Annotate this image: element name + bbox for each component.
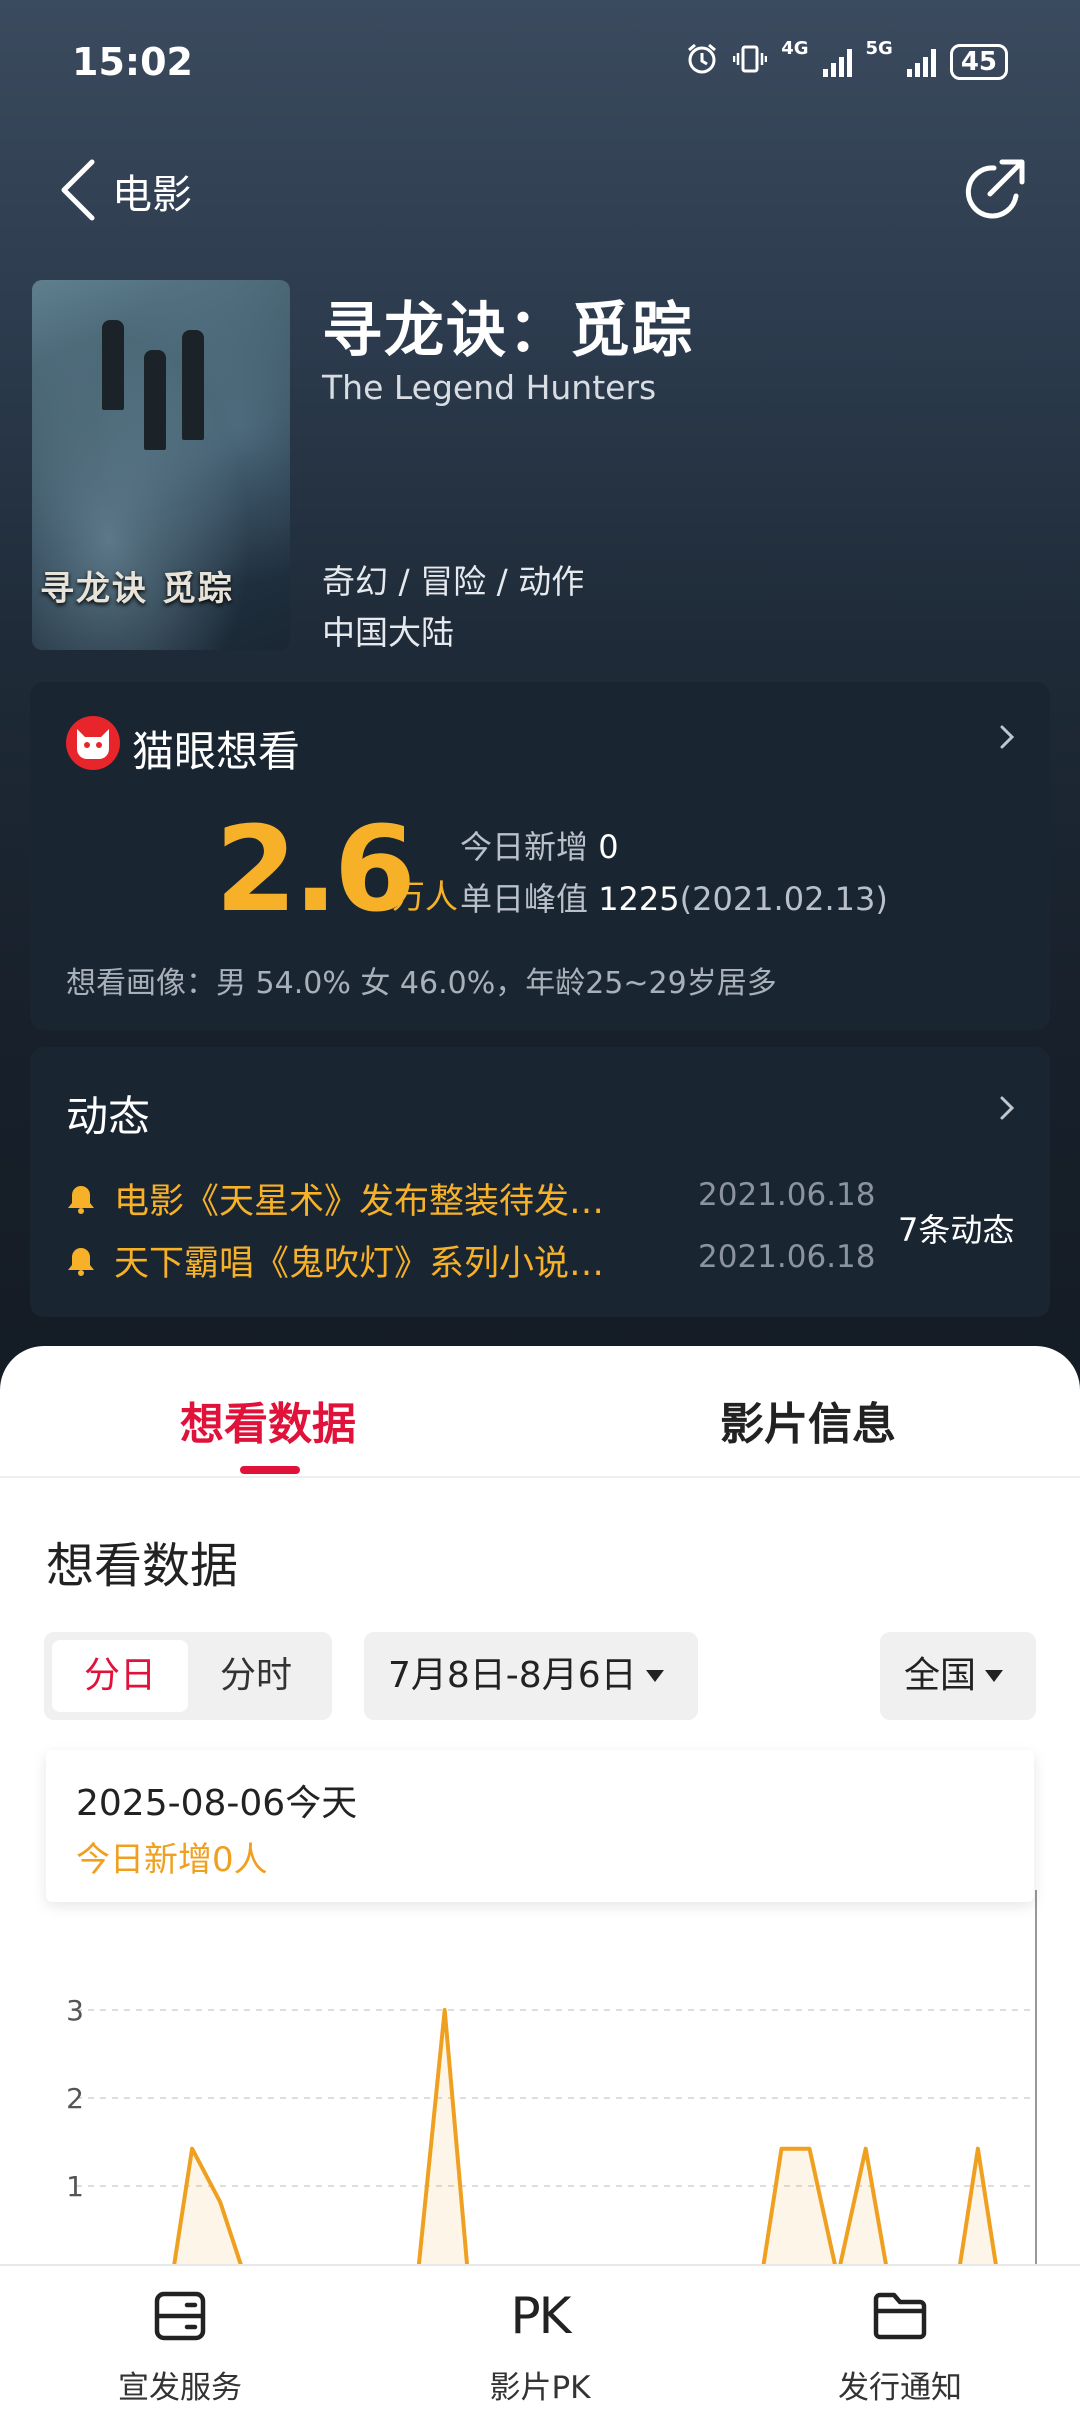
segment-daily[interactable]: 分日 xyxy=(52,1640,188,1712)
nav-title: 电影 xyxy=(112,172,192,218)
nav-item-pk[interactable]: PK 影片PK xyxy=(390,2266,690,2412)
share-button[interactable] xyxy=(956,152,1032,228)
tooltip-date: 2025-08-06今天 xyxy=(76,1783,358,1824)
daily-peak-date: (2021.02.13) xyxy=(679,880,888,918)
signal-icon xyxy=(822,47,852,77)
news-item[interactable]: 天下霸唱《鬼吹灯》系列小说… xyxy=(66,1235,604,1286)
y-tick-label: 3 xyxy=(66,1994,84,2027)
granularity-toggle: 分日 分时 xyxy=(44,1632,332,1720)
bell-icon xyxy=(68,1247,94,1276)
battery-indicator: 45 xyxy=(949,44,1008,80)
nav-item-service[interactable]: 宣发服务 xyxy=(30,2266,330,2412)
tab-bar: 想看数据 影片信息 xyxy=(0,1346,1080,1478)
bottom-nav: 宣发服务 PK 影片PK 发行通知 xyxy=(0,2264,1080,2412)
chevron-right-icon xyxy=(1000,1096,1015,1120)
status-time: 15:02 xyxy=(72,40,193,84)
want-count: 2.6 xyxy=(215,800,416,938)
news-count[interactable]: 7条动态 xyxy=(898,1205,1014,1251)
want-to-see-card[interactable]: 猫眼想看 2.6 万人 今日新增 0 单日峰值 1225(2021.02.13)… xyxy=(30,682,1050,1030)
tab-active-indicator xyxy=(240,1466,300,1474)
caret-down-icon xyxy=(985,1670,1004,1682)
bell-icon xyxy=(68,1185,94,1214)
network-label-1: 4G xyxy=(781,38,809,59)
today-new-value: 0 xyxy=(598,828,619,866)
status-bar: 15:02 4G 5G 45 xyxy=(0,0,1080,130)
news-date: 2021.06.18 xyxy=(698,1177,876,1213)
chart-tooltip: 2025-08-06今天 今日新增0人 xyxy=(46,1750,1034,1902)
tab-want-data[interactable]: 想看数据 xyxy=(180,1388,356,1452)
y-tick-label: 1 xyxy=(66,2170,84,2203)
daily-peak-stat: 单日峰值 1225(2021.02.13) xyxy=(460,880,888,918)
date-range-dropdown[interactable]: 7月8日-8月6日 xyxy=(364,1632,698,1720)
tooltip-day-label: 今天 xyxy=(285,1783,358,1824)
region-dropdown[interactable]: 全国 xyxy=(880,1632,1036,1720)
movie-title: 寻龙诀：觅踪 xyxy=(322,296,694,366)
network-label-2: 5G xyxy=(865,38,893,59)
movie-english-title: The Legend Hunters xyxy=(322,368,657,407)
news-card-title: 动态 xyxy=(66,1092,151,1141)
tooltip-value: 今日新增0人 xyxy=(76,1840,268,1880)
alarm-icon xyxy=(685,42,719,83)
want-card-title: 猫眼想看 xyxy=(132,727,301,776)
folder-icon xyxy=(870,2286,930,2346)
news-date: 2021.06.18 xyxy=(698,1239,876,1275)
nav-bar: 电影 xyxy=(0,140,1080,240)
want-chart: 3211 2025-08-06今天 今日新增0人 xyxy=(0,1750,1080,2350)
movie-poster[interactable]: 寻龙诀 觅踪 xyxy=(32,280,290,650)
movie-region: 中国大陆 xyxy=(322,613,454,652)
status-icons: 4G 5G 45 xyxy=(685,40,1008,84)
maoyan-logo-icon xyxy=(66,716,120,770)
today-new-stat: 今日新增 0 xyxy=(460,828,619,866)
vibrate-icon xyxy=(732,42,768,83)
tab-movie-info[interactable]: 影片信息 xyxy=(720,1388,896,1452)
service-icon xyxy=(150,2286,210,2346)
pk-icon: PK xyxy=(510,2287,572,2345)
section-title: 想看数据 xyxy=(46,1538,239,1594)
signal-icon xyxy=(906,47,936,77)
share-icon xyxy=(965,159,1025,219)
want-count-unit: 万人 xyxy=(392,877,458,916)
segment-hourly[interactable]: 分时 xyxy=(188,1640,324,1712)
daily-peak-value: 1225 xyxy=(598,880,680,918)
poster-title-text: 寻龙诀 觅踪 xyxy=(40,569,234,609)
movie-genres: 奇幻 / 冒险 / 动作 xyxy=(322,562,585,601)
news-item[interactable]: 电影《天星术》发布整装待发… xyxy=(66,1173,604,1224)
chevron-left-icon xyxy=(61,159,95,221)
news-card[interactable]: 动态 电影《天星术》发布整装待发… 2021.06.18 天下霸唱《鬼吹灯》系列… xyxy=(30,1047,1050,1317)
chevron-right-icon xyxy=(1000,725,1015,749)
data-sheet: 想看数据 影片信息 想看数据 分日 分时 7月8日-8月6日 全国 3211 2… xyxy=(0,1346,1080,2412)
y-tick-label: 2 xyxy=(66,2082,84,2115)
back-button[interactable] xyxy=(48,155,108,225)
audience-portrait: 想看画像：男 54.0% 女 46.0%，年龄25~29岁居多 xyxy=(66,966,777,1001)
nav-item-release-notice[interactable]: 发行通知 xyxy=(750,2266,1050,2412)
caret-down-icon xyxy=(645,1670,664,1682)
